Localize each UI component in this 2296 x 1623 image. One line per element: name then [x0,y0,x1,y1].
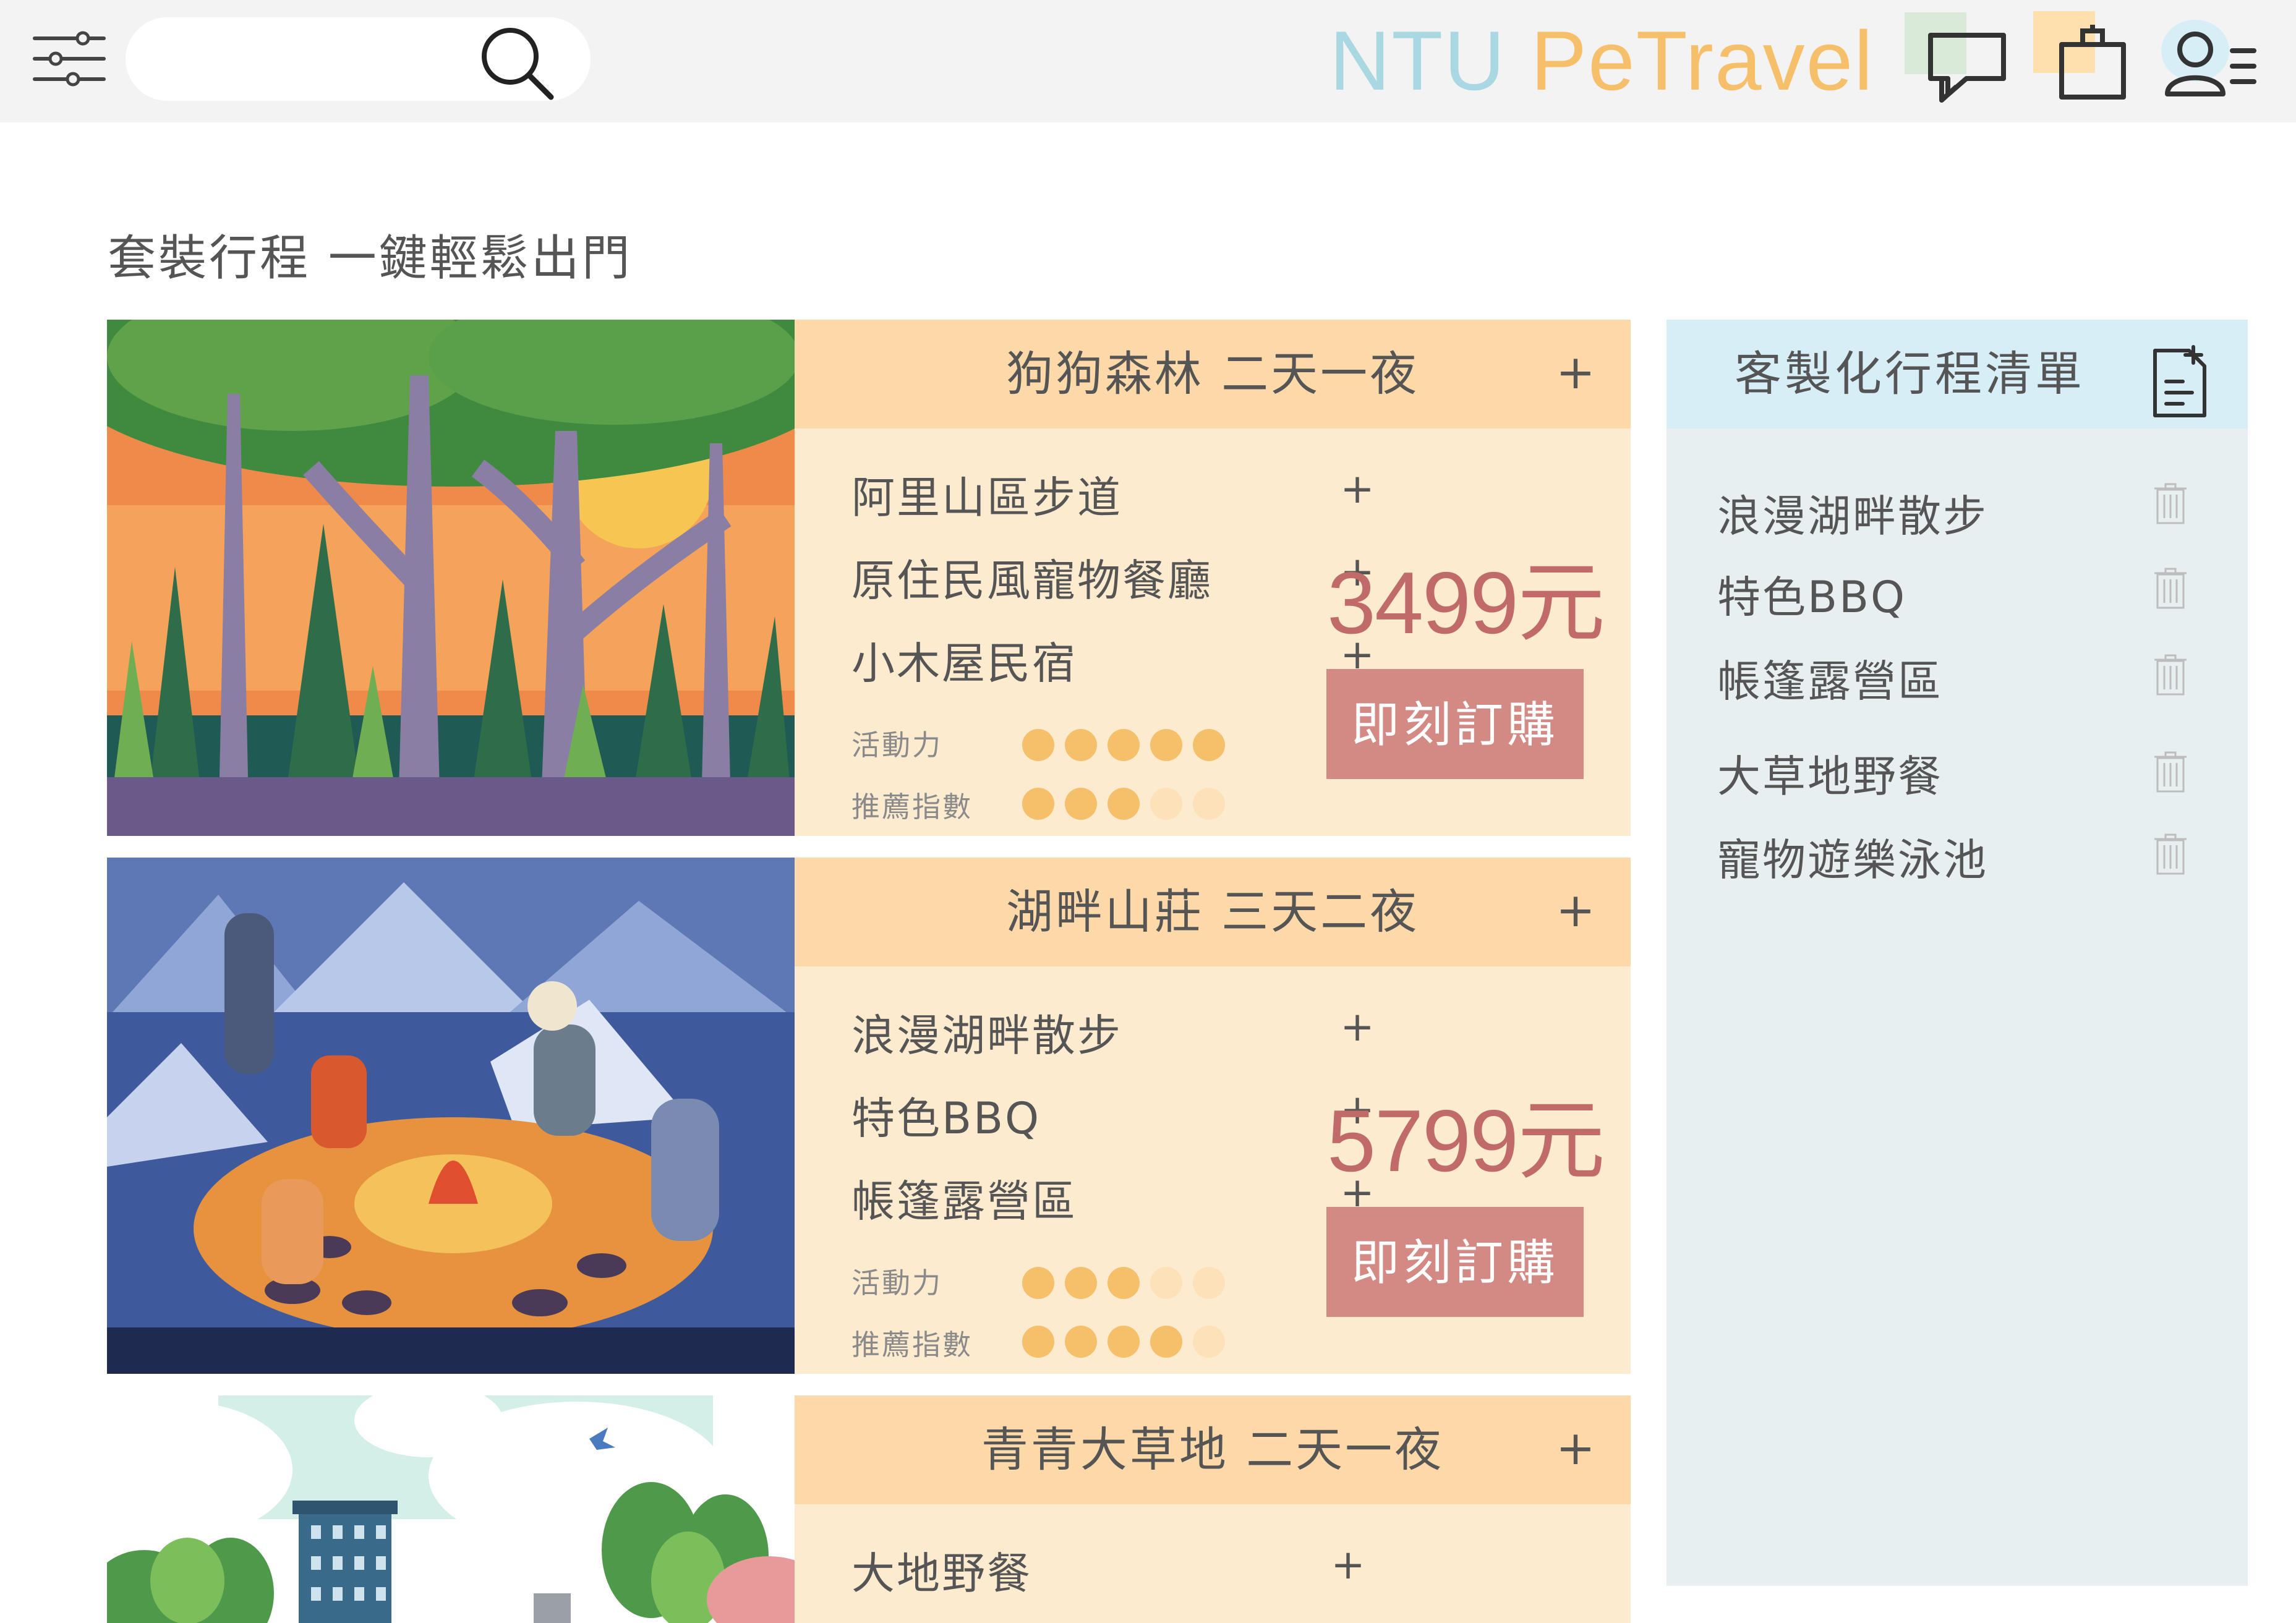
rating-dot-empty [1150,1267,1182,1299]
chat-icon [1905,12,2006,103]
package-card: 青青大草地 二天一夜 + 大地野餐 + [107,1395,1631,1623]
rating-dot-filled [1107,788,1140,820]
panel-header: 客製化行程清單 [1667,320,2248,428]
rating-dot-filled [1022,788,1054,820]
package-header: 湖畔山莊 三天二夜 + [795,858,1631,966]
custom-list-item: 大草地野餐 [1717,751,1943,802]
rating-dot-filled [1065,1326,1097,1358]
add-item-plus-icon[interactable]: + [1333,1002,1382,1052]
filter-sliders-icon[interactable] [32,31,106,87]
package-card: 狗狗森林 二天一夜 + 阿里山區步道 + 原住民風寵物餐廳 + 小木屋民宿 + … [107,320,1631,836]
activity-rating [1022,1267,1225,1299]
custom-list-item: 帳篷露營區 [1717,656,1943,707]
trash-icon[interactable] [2152,482,2189,526]
add-document-icon[interactable] [2149,344,2211,419]
custom-list-item: 浪漫湖畔散步 [1717,491,1988,542]
package-price: 3499元 [1327,554,1605,652]
rating-dot-filled [1107,729,1140,761]
brand-logo[interactable]: NTU PeTravel [1329,11,1874,110]
package-header: 青青大草地 二天一夜 + [795,1395,1631,1504]
package-item: 大地野餐 [851,1548,1032,1599]
package-price: 5799元 [1327,1092,1605,1190]
package-item: 小木屋民宿 [851,638,1077,689]
package-item: 原住民風寵物餐廳 [851,555,1213,606]
brand-petravel: PeTravel [1530,14,1874,108]
brand-word-petravel: PeTravel [1530,14,1874,108]
package-item: 特色BBQ [851,1093,1041,1144]
trash-icon[interactable] [2152,654,2189,697]
forest-sunset-illustration[interactable] [107,320,795,836]
rating-dot-filled [1022,1267,1054,1299]
search-icon[interactable] [478,22,558,103]
rating-dot-filled [1065,729,1097,761]
rating-dot-filled [1150,1326,1182,1358]
add-package-plus-icon[interactable]: + [1548,344,1603,400]
recommend-label: 推薦指數 [851,790,973,824]
campfire-night-illustration[interactable] [107,858,795,1374]
add-item-plus-icon[interactable]: + [1333,464,1382,514]
buy-now-button[interactable]: 即刻訂購 [1326,669,1584,779]
recommend-label: 推薦指數 [851,1328,973,1361]
shopping-bag-icon [2033,11,2126,100]
activity-rating [1022,729,1225,761]
meadow-city-illustration[interactable] [107,1395,795,1623]
package-header: 狗狗森林 二天一夜 + [795,320,1631,428]
package-title: 湖畔山莊 三天二夜 [1005,884,1420,939]
rating-dot-empty [1193,788,1225,820]
add-item-plus-icon[interactable]: + [1323,1540,1373,1590]
chat-button[interactable] [1898,7,2022,113]
trash-icon[interactable] [2152,751,2189,794]
search-bar [126,17,591,101]
activity-label: 活動力 [851,728,942,762]
custom-list-item: 寵物遊樂泳池 [1717,835,1988,885]
package-body: 浪漫湖畔散步 + 特色BBQ + 帳篷露營區 + 活動力 推薦指數 5799元 … [795,966,1631,1374]
package-item: 帳篷露營區 [851,1176,1077,1227]
custom-itinerary-panel: 客製化行程清單 浪漫湖畔散步 特色BBQ 帳篷露營區 大草地野餐 寵物遊樂泳池 [1667,320,2248,1586]
trash-icon[interactable] [2152,567,2189,610]
rating-dot-filled [1022,1326,1054,1358]
trash-icon[interactable] [2152,833,2189,876]
add-package-plus-icon[interactable]: + [1548,1420,1603,1476]
rating-dot-filled [1107,1326,1140,1358]
user-menu-button[interactable] [2146,7,2269,113]
rating-dot-filled [1065,788,1097,820]
rating-dot-filled [1065,1267,1097,1299]
buy-now-button[interactable]: 即刻訂購 [1326,1207,1584,1317]
package-body: 阿里山區步道 + 原住民風寵物餐廳 + 小木屋民宿 + 活動力 推薦指數 349… [795,428,1631,836]
recommend-rating [1022,1326,1225,1358]
top-bar: NTU PeTravel [0,0,2296,122]
panel-title: 客製化行程清單 [1735,346,2085,401]
rating-dot-empty [1150,788,1182,820]
rating-dot-empty [1193,1267,1225,1299]
rating-dot-filled [1107,1267,1140,1299]
package-title: 狗狗森林 二天一夜 [1005,346,1420,401]
user-menu-icon [2161,20,2256,96]
rating-dot-empty [1193,1326,1225,1358]
package-body: 大地野餐 + [795,1504,1631,1623]
package-item: 阿里山區步道 [851,472,1122,523]
rating-dot-filled [1022,729,1054,761]
add-package-plus-icon[interactable]: + [1548,882,1603,938]
activity-label: 活動力 [851,1266,942,1300]
package-item: 浪漫湖畔散步 [851,1010,1122,1061]
cart-button[interactable] [2028,7,2152,113]
search-input[interactable] [150,36,474,83]
package-title: 青青大草地 二天一夜 [981,1422,1445,1477]
page-title: 套裝行程 一鍵輕鬆出門 [108,231,633,286]
package-card: 湖畔山莊 三天二夜 + 浪漫湖畔散步 + 特色BBQ + 帳篷露營區 + 活動力… [107,858,1631,1374]
custom-list-item: 特色BBQ [1717,572,1907,623]
brand-word-ntu: NTU [1329,14,1506,108]
rating-dot-filled [1193,729,1225,761]
recommend-rating [1022,788,1225,820]
rating-dot-filled [1150,729,1182,761]
